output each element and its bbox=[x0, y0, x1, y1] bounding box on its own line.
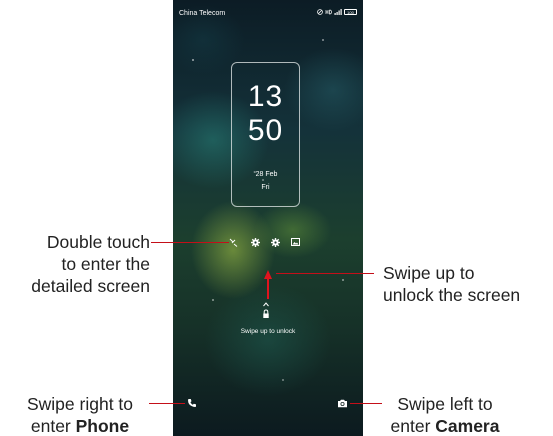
camera-icon[interactable] bbox=[336, 397, 348, 409]
swipe-right-annotation: Swipe right to enter Phone bbox=[26, 394, 134, 436]
lock-icon bbox=[263, 309, 269, 318]
clock-day: Fri bbox=[261, 184, 270, 191]
status-bar: China Telecom 100 bbox=[179, 9, 357, 19]
phone-icon[interactable] bbox=[186, 397, 198, 409]
swipe-up-annotation: Swipe up to unlock the screen bbox=[383, 263, 521, 305]
double-touch-annotation: Double touch to enter the detailed scree… bbox=[31, 232, 150, 296]
missed-calls-icon[interactable] bbox=[228, 237, 238, 247]
hd-signal-icon bbox=[325, 9, 332, 15]
carrier-name: China Telecom bbox=[179, 10, 226, 17]
swipe-left-annotation: Swipe left to enter Camera bbox=[390, 394, 500, 436]
swipe-up-pointer-line bbox=[276, 273, 374, 274]
settings-icon-2[interactable] bbox=[270, 237, 280, 247]
unlock-area[interactable] bbox=[260, 301, 272, 323]
clock-hour: 13 bbox=[247, 80, 284, 113]
clock-minute: 50 bbox=[247, 114, 284, 147]
phone-pointer-line bbox=[149, 403, 185, 404]
battery-icon: 100 bbox=[344, 9, 357, 15]
settings-icon[interactable] bbox=[250, 237, 260, 247]
cellular-signal-icon bbox=[334, 9, 342, 15]
camera-pointer-line bbox=[350, 403, 382, 404]
gallery-icon[interactable] bbox=[290, 237, 300, 247]
unlock-hint: Swipe up to unlock bbox=[240, 328, 296, 335]
chevron-up-icon bbox=[263, 302, 269, 307]
double-touch-pointer-line bbox=[151, 242, 229, 243]
status-icons: 100 bbox=[317, 9, 357, 15]
nfc-icon bbox=[317, 9, 323, 15]
clock-date: ⁰28 Feb bbox=[253, 171, 278, 178]
